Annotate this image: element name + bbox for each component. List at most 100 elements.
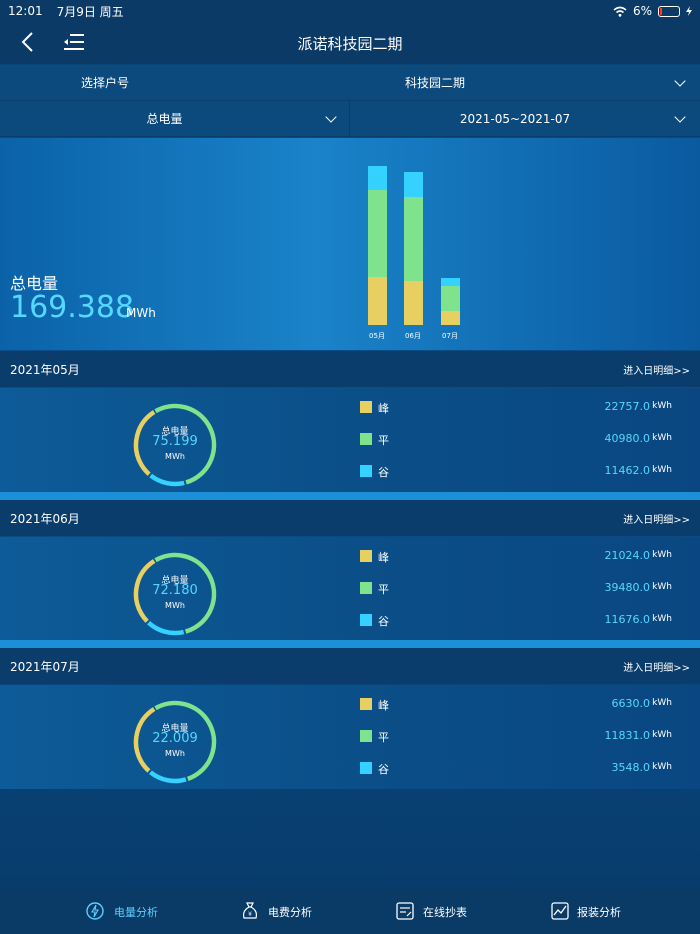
daily-detail-link[interactable]: 进入日明细>> — [623, 659, 690, 674]
month-title: 2021年06月 — [10, 511, 80, 526]
usage-row: 峰 6630.0 kWh — [360, 697, 680, 713]
usage-unit: kWh — [652, 614, 672, 624]
metric-date-filter-row: 总电量 2021-05~2021-07 — [0, 101, 700, 137]
usage-row: 谷 3548.0 kWh — [360, 761, 680, 777]
chart-bar-segment — [404, 280, 423, 325]
chart-bar-segment — [368, 166, 387, 191]
usage-row: 平 40980.0 kWh — [360, 432, 680, 448]
menu-collapse-icon[interactable] — [62, 31, 86, 53]
usage-unit: kWh — [652, 762, 672, 772]
color-swatch — [360, 401, 372, 413]
color-swatch — [360, 730, 372, 742]
status-date: 7月9日 周五 — [56, 4, 124, 19]
usage-row: 谷 11676.0 kWh — [360, 613, 680, 629]
account-select[interactable]: 科技园二期 — [210, 65, 700, 100]
summary-panel: 总电量 169.388 MWh 05月 06月 07月 — [0, 138, 700, 350]
month-card: 总电量 72.180 MWh 峰 21024.0 kWh 平 39480.0 kWh 谷 11676… — [0, 537, 700, 641]
battery-percent: 6% — [632, 4, 652, 18]
usage-unit: kWh — [652, 465, 672, 475]
usage-unit: kWh — [652, 550, 672, 560]
chart-bar-segment — [441, 285, 460, 311]
back-icon[interactable] — [18, 30, 40, 54]
money-bag-icon: ¥ — [242, 902, 258, 919]
color-swatch — [360, 698, 372, 710]
usage-row: 峰 21024.0 kWh — [360, 549, 680, 565]
summary-unit: MWh — [126, 306, 156, 320]
usage-type: 峰 — [378, 551, 389, 564]
date-range-select[interactable]: 2021-05~2021-07 — [350, 101, 700, 136]
section-separator — [0, 492, 700, 500]
usage-unit: kWh — [652, 730, 672, 740]
daily-detail-link[interactable]: 进入日明细>> — [623, 362, 690, 377]
usage-value: 21024.0 — [604, 549, 651, 562]
tab-cost-analysis[interactable]: ¥ 电费分析 — [175, 888, 350, 934]
status-right: 6% — [613, 4, 692, 18]
donut-total-value: 22.009 — [152, 731, 198, 746]
color-swatch — [360, 550, 372, 562]
chevron-down-icon — [325, 111, 337, 123]
summary-value: 169.388 — [10, 290, 135, 325]
donut-center-text: 总电量 75.199 MWh — [132, 402, 218, 488]
color-swatch — [360, 762, 372, 774]
chart-bar-segment — [368, 190, 387, 277]
chart-x-tick-label: 05月 — [369, 332, 385, 340]
usage-unit: kWh — [652, 401, 672, 411]
month-title: 2021年05月 — [10, 362, 80, 377]
donut-total-value: 72.180 — [152, 583, 198, 598]
donut-total-value: 75.199 — [152, 434, 198, 449]
month-title: 2021年07月 — [10, 659, 80, 674]
usage-value: 3548.0 — [611, 761, 651, 774]
page-title: 派诺科技园二期 — [297, 34, 403, 53]
date-range-value: 2021-05~2021-07 — [459, 111, 571, 126]
metric-select[interactable]: 总电量 — [0, 101, 350, 136]
color-swatch — [360, 614, 372, 626]
usage-row: 平 11831.0 kWh — [360, 729, 680, 745]
donut-total-unit: MWh — [165, 601, 185, 610]
usage-value: 11831.0 — [604, 729, 651, 742]
chart-bar-segment — [441, 310, 460, 325]
month-header: 2021年06月 进入日明细>> — [0, 500, 700, 536]
usage-row: 峰 22757.0 kWh — [360, 400, 680, 416]
month-header: 2021年07月 进入日明细>> — [0, 648, 700, 684]
month-card: 总电量 22.009 MWh 峰 6630.0 kWh 平 11831.0 kWh 谷 3548.0… — [0, 685, 700, 789]
account-label-cell: 选择户号 — [0, 65, 210, 100]
trend-chart-icon — [551, 902, 569, 920]
usage-row: 谷 11462.0 kWh — [360, 464, 680, 480]
nav-bar: 派诺科技园二期 — [0, 22, 700, 64]
account-label: 选择户号 — [80, 76, 129, 90]
lightning-icon — [86, 902, 104, 920]
tab-power-analysis[interactable]: 电量分析 — [0, 888, 175, 934]
status-time: 12:01 — [8, 4, 43, 18]
account-value: 科技园二期 — [404, 76, 465, 90]
color-swatch — [360, 582, 372, 594]
donut-center-text: 总电量 22.009 MWh — [132, 699, 218, 785]
month-header: 2021年05月 进入日明细>> — [0, 351, 700, 387]
usage-type: 谷 — [378, 466, 389, 479]
usage-type: 峰 — [378, 402, 389, 415]
tab-installation-analysis[interactable]: 报装分析 — [525, 888, 700, 934]
usage-value: 39480.0 — [604, 581, 651, 594]
bottom-tab-bar: 电量分析 ¥ 电费分析 在线抄表 报装分析 — [0, 888, 700, 934]
meter-reading-icon — [396, 902, 414, 920]
chart-bar-segment — [404, 172, 423, 198]
daily-detail-link[interactable]: 进入日明细>> — [623, 511, 690, 526]
donut-center-text: 总电量 72.180 MWh — [132, 551, 218, 637]
battery-icon — [658, 5, 680, 17]
usage-row: 平 39480.0 kWh — [360, 581, 680, 597]
usage-type: 峰 — [378, 699, 389, 712]
usage-value: 40980.0 — [604, 432, 651, 445]
chevron-down-icon — [674, 75, 686, 87]
svg-text:¥: ¥ — [248, 911, 252, 918]
donut-total-unit: MWh — [165, 452, 185, 461]
account-filter-row[interactable]: 选择户号 科技园二期 — [0, 65, 700, 101]
color-swatch — [360, 433, 372, 445]
color-swatch — [360, 465, 372, 477]
usage-type: 谷 — [378, 763, 389, 776]
tab-label: 报装分析 — [577, 906, 621, 919]
tab-online-meter-reading[interactable]: 在线抄表 — [350, 888, 525, 934]
usage-unit: kWh — [652, 582, 672, 592]
wifi-icon — [613, 6, 627, 17]
chevron-down-icon — [674, 111, 686, 123]
chart-x-tick-label: 07月 — [442, 332, 458, 340]
chart-bar-segment — [441, 278, 460, 286]
